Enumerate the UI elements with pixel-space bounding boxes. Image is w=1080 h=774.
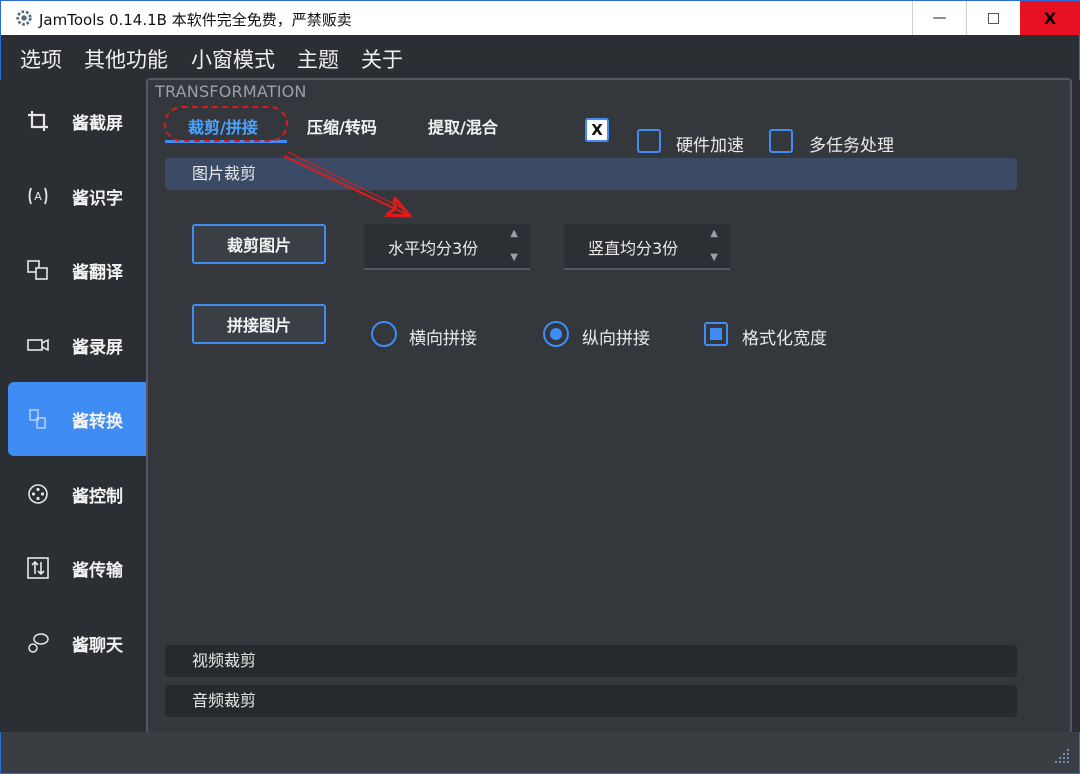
tab-extract-mix[interactable]: 提取/混合 xyxy=(428,114,498,138)
menu-bar: 选项 其他功能 小窗模式 主题 关于 xyxy=(0,35,1080,80)
ocr-icon: A xyxy=(28,187,48,205)
multitask-checkbox[interactable] xyxy=(769,129,793,153)
annotation-arrow xyxy=(283,151,418,222)
minimize-button[interactable]: — xyxy=(912,1,966,35)
sidebar-item-label: 酱聊天 xyxy=(72,635,123,656)
status-bar xyxy=(0,732,1080,774)
sidebar-item-convert[interactable]: 酱转换 xyxy=(8,382,146,456)
sidebar-item-control[interactable]: 酱控制 xyxy=(8,457,146,531)
app-gear-icon xyxy=(16,10,32,26)
close-options-checkbox[interactable]: X xyxy=(585,118,609,142)
multitask-label: 多任务处理 xyxy=(809,136,894,156)
crop-icon xyxy=(28,111,48,131)
transfer-icon xyxy=(27,557,49,579)
vertical-split-value: 竖直均分3份 xyxy=(588,239,679,258)
section-video-crop[interactable]: 视频裁剪 xyxy=(165,645,1017,677)
menu-about[interactable]: 关于 xyxy=(361,44,403,74)
sidebar-item-label: 酱翻译 xyxy=(72,262,123,283)
sidebar-item-label: 酱传输 xyxy=(72,560,123,581)
sidebar-item-label: 酱转换 xyxy=(72,411,123,432)
panel-title: TRANSFORMATION xyxy=(155,82,307,101)
sidebar-item-translate[interactable]: 酱翻译 xyxy=(8,233,146,307)
sidebar-item-label: 酱识字 xyxy=(72,188,123,209)
translate-icon xyxy=(27,260,48,280)
format-width-label: 格式化宽度 xyxy=(742,329,827,349)
chat-icon xyxy=(28,633,49,653)
spin-up-icon[interactable]: ▲ xyxy=(710,228,718,239)
convert-icon xyxy=(29,409,46,429)
spin-up-icon[interactable]: ▲ xyxy=(510,228,518,239)
vertical-split-spinbox[interactable]: 竖直均分3份 ▲ ▼ xyxy=(564,224,730,270)
sidebar-item-screenshot[interactable]: 酱截屏 xyxy=(8,84,146,158)
vertical-stitch-radio[interactable] xyxy=(543,321,569,347)
stitch-image-button[interactable]: 拼接图片 xyxy=(192,304,326,344)
horizontal-split-value: 水平均分3份 xyxy=(388,239,479,258)
spin-down-icon[interactable]: ▼ xyxy=(510,252,518,263)
maximize-button[interactable]: □ xyxy=(966,1,1020,35)
resize-grip-icon[interactable] xyxy=(1051,745,1071,765)
sidebar-item-chat[interactable]: 酱聊天 xyxy=(8,606,146,680)
horizontal-split-spinbox[interactable]: 水平均分3份 ▲ ▼ xyxy=(364,224,530,270)
sidebar-item-label: 酱录屏 xyxy=(72,337,123,358)
format-width-checkbox[interactable] xyxy=(704,322,728,346)
sidebar-item-record[interactable]: 酱录屏 xyxy=(8,308,146,382)
title-bar: JamTools 0.14.1B 本软件完全免费，严禁贩卖 — □ X xyxy=(0,0,1080,35)
crop-image-button[interactable]: 裁剪图片 xyxy=(192,224,326,264)
transformation-panel: TRANSFORMATION 裁剪/拼接 压缩/转码 提取/混合 X 硬件加速 … xyxy=(146,78,1072,734)
horizontal-stitch-radio[interactable] xyxy=(371,321,397,347)
sidebar-item-transfer[interactable]: 酱传输 xyxy=(8,531,146,605)
hardware-accel-label: 硬件加速 xyxy=(676,136,744,156)
window-title: JamTools 0.14.1B 本软件完全免费，严禁贩卖 xyxy=(39,11,352,29)
svg-text:A: A xyxy=(34,190,42,203)
close-button[interactable]: X xyxy=(1020,1,1080,35)
menu-mini-window[interactable]: 小窗模式 xyxy=(191,44,275,74)
control-icon xyxy=(28,484,48,504)
annotation-highlight xyxy=(164,106,288,142)
horizontal-stitch-label: 横向拼接 xyxy=(409,329,477,349)
vertical-stitch-label: 纵向拼接 xyxy=(582,329,650,349)
section-audio-crop[interactable]: 音频裁剪 xyxy=(165,685,1017,717)
sidebar-item-label: 酱控制 xyxy=(72,486,123,507)
menu-options[interactable]: 选项 xyxy=(20,44,62,74)
camera-icon xyxy=(27,338,49,352)
tab-compress-transcode[interactable]: 压缩/转码 xyxy=(307,114,377,138)
sidebar-item-ocr[interactable]: A 酱识字 xyxy=(8,159,146,233)
menu-other-functions[interactable]: 其他功能 xyxy=(84,44,168,74)
sidebar-item-label: 酱截屏 xyxy=(72,113,123,134)
hardware-accel-checkbox[interactable] xyxy=(637,129,661,153)
menu-theme[interactable]: 主题 xyxy=(297,44,339,74)
spin-down-icon[interactable]: ▼ xyxy=(710,252,718,263)
sidebar: 酱截屏 A 酱识字 酱翻译 酱录屏 酱转换 酱控制 酱传输 酱聊天 xyxy=(0,80,146,732)
